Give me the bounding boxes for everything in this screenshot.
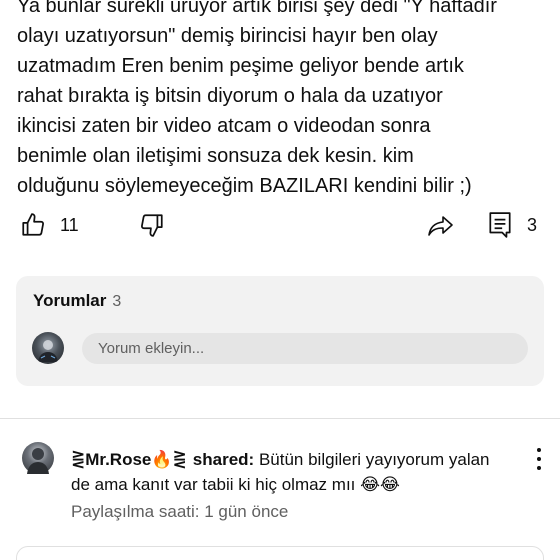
comment-button[interactable]: 3 — [487, 211, 537, 239]
post-text-line: Ya bunlar sürekli uruyor artık birisi şe… — [17, 0, 497, 17]
post-text-line: olayı uzatıyorsun" demiş birincisi hayır… — [17, 25, 438, 47]
post-text-line: uzatmadım Eren benim peşime geliyor bend… — [17, 55, 464, 77]
avatar-figure-icon — [27, 448, 49, 474]
post-action-bar: 11 3 — [0, 208, 560, 248]
post-text-line: olduğunu söylemeyeceğim BAZILARI kendini… — [17, 175, 472, 197]
share-button[interactable] — [427, 214, 455, 238]
shared-label: shared: — [192, 450, 255, 469]
comments-section[interactable]: Yorumlar 3 Yorum ekleyin... — [16, 276, 544, 386]
more-options-icon[interactable] — [532, 448, 546, 474]
comment-count: 3 — [527, 214, 538, 235]
next-item-card — [16, 546, 544, 560]
user-avatar — [32, 332, 64, 364]
like-button[interactable]: 11 — [20, 212, 79, 238]
post-text-line: benimle olan iletişimi sonsuza dek kesin… — [17, 145, 414, 167]
comments-heading: Yorumlar 3 — [33, 291, 121, 311]
share-arrow-icon — [428, 216, 453, 236]
comment-input[interactable]: Yorum ekleyin... — [82, 333, 528, 364]
shared-post-item[interactable]: ⋛Mr.Rose🔥⋛ shared: Bütün bilgileri yayıyo… — [0, 430, 560, 540]
like-count: 11 — [60, 214, 79, 235]
divider — [0, 418, 560, 419]
shared-post-body: ⋛Mr.Rose🔥⋛ shared: Bütün bilgileri yayıyo… — [71, 447, 511, 497]
comment-icon — [489, 212, 511, 238]
comments-count: 3 — [112, 293, 122, 310]
post-text-line: rahat bırakta iş bitsin diyorum o hala d… — [17, 85, 443, 107]
thumbs-up-icon — [22, 213, 44, 236]
shared-time: Paylaşılma saati: 1 gün önce — [71, 502, 289, 521]
author-avatar[interactable] — [22, 442, 54, 474]
dislike-button[interactable] — [139, 212, 165, 238]
post-text: Ya bunlar sürekli uruyor artık birisi şe… — [17, 0, 547, 201]
post-text-line: ikincisi zaten bir video atcam o videoda… — [17, 115, 431, 137]
avatar-figure-icon — [38, 340, 58, 362]
thumbs-down-icon — [141, 214, 163, 237]
author-name[interactable]: ⋛Mr.Rose🔥⋛ — [71, 450, 187, 469]
comments-title: Yorumlar — [33, 291, 107, 310]
